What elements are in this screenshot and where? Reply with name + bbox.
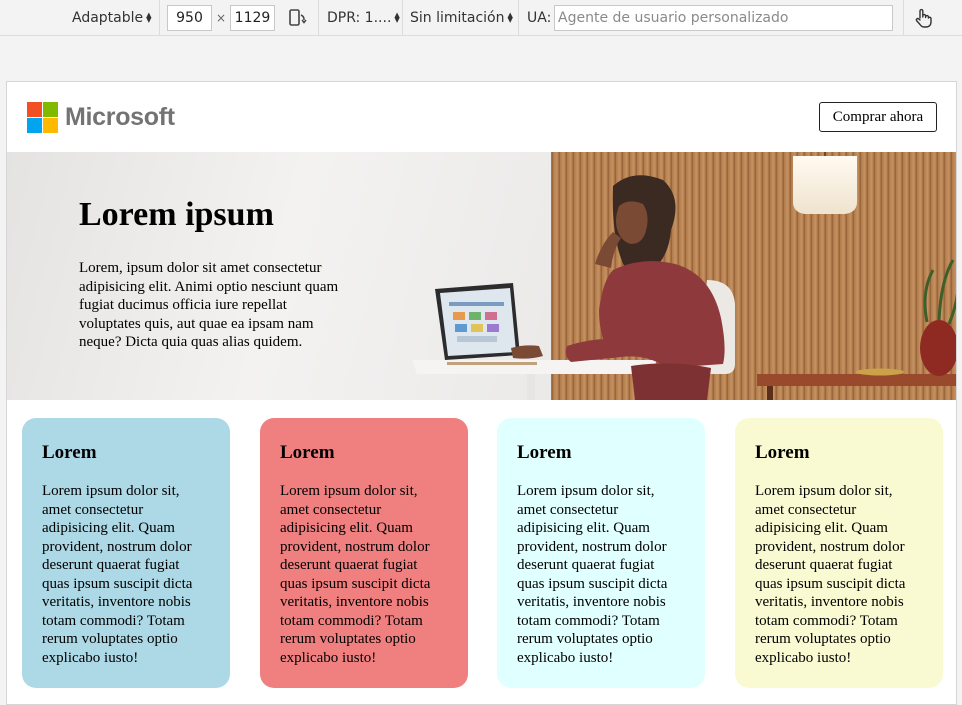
buy-now-button[interactable]: Comprar ahora (819, 102, 937, 132)
ua-label: UA: (527, 10, 552, 26)
cards-section: Lorem Lorem ipsum dolor sit, amet consec… (7, 400, 956, 704)
hero-banner: Lorem ipsum Lorem, ipsum dolor sit amet … (7, 152, 956, 400)
dpr-select[interactable]: DPR: 1.... ▲ ▼ (327, 0, 400, 36)
card-blue: Lorem Lorem ipsum dolor sit, amet consec… (22, 418, 230, 688)
logo-square-blue (27, 118, 42, 133)
microsoft-logo-icon (27, 102, 58, 133)
card-title: Lorem (755, 442, 810, 463)
toolbar-divider (159, 0, 160, 36)
device-select-label: Adaptable (72, 10, 144, 26)
toolbar-divider (402, 0, 403, 36)
card-title: Lorem (280, 442, 335, 463)
throttle-select[interactable]: Sin limitación ▲ ▼ (410, 0, 513, 36)
logo-square-green (43, 102, 58, 117)
select-arrows-icon: ▲ ▼ (394, 11, 400, 24)
card-text: Lorem ipsum dolor sit, amet consectetur … (42, 483, 193, 666)
card-text: Lorem ipsum dolor sit, amet consectetur … (755, 483, 906, 666)
width-input[interactable]: 950 (167, 5, 212, 31)
card-cyan: Lorem Lorem ipsum dolor sit, amet consec… (497, 418, 705, 688)
touch-hand-icon (915, 8, 932, 28)
device-toolbar: Adaptable ▲ ▼ 950 × 1129 DPR: 1.... ▲ ▼ Si… (0, 0, 962, 36)
card-title: Lorem (517, 442, 572, 463)
height-input[interactable]: 1129 (230, 5, 275, 31)
logo-square-yellow (43, 118, 58, 133)
card-title: Lorem (42, 442, 97, 463)
user-agent-input[interactable]: Agente de usuario personalizado (554, 5, 893, 31)
emulated-page: Microsoft Comprar ahora Lorem ipsum Lore… (6, 81, 957, 705)
card-text: Lorem ipsum dolor sit, amet consectetur … (517, 483, 668, 666)
toolbar-divider (318, 0, 319, 36)
card-yellow: Lorem Lorem ipsum dolor sit, amet consec… (735, 418, 943, 688)
toolbar-divider (518, 0, 519, 36)
rotate-icon (289, 9, 307, 26)
throttle-select-label: Sin limitación (410, 10, 505, 26)
logo-square-red (27, 102, 42, 117)
dimension-separator: × (216, 11, 227, 25)
hero-title: Lorem ipsum (79, 196, 274, 233)
hero-description: Lorem, ipsum dolor sit amet consectetur … (79, 260, 339, 350)
toolbar-divider (903, 0, 904, 36)
brand-name: Microsoft (65, 103, 175, 131)
select-arrows-icon: ▲ ▼ (507, 11, 513, 24)
dpr-select-label: DPR: 1.... (327, 10, 392, 26)
card-text: Lorem ipsum dolor sit, amet consectetur … (280, 483, 431, 666)
select-arrows-icon: ▲ ▼ (146, 11, 152, 24)
touch-toggle-button[interactable] (912, 0, 934, 36)
microsoft-logo[interactable]: Microsoft (27, 102, 175, 133)
device-select[interactable]: Adaptable ▲ ▼ (72, 0, 152, 36)
rotate-button[interactable] (287, 0, 307, 36)
card-red: Lorem Lorem ipsum dolor sit, amet consec… (260, 418, 468, 688)
